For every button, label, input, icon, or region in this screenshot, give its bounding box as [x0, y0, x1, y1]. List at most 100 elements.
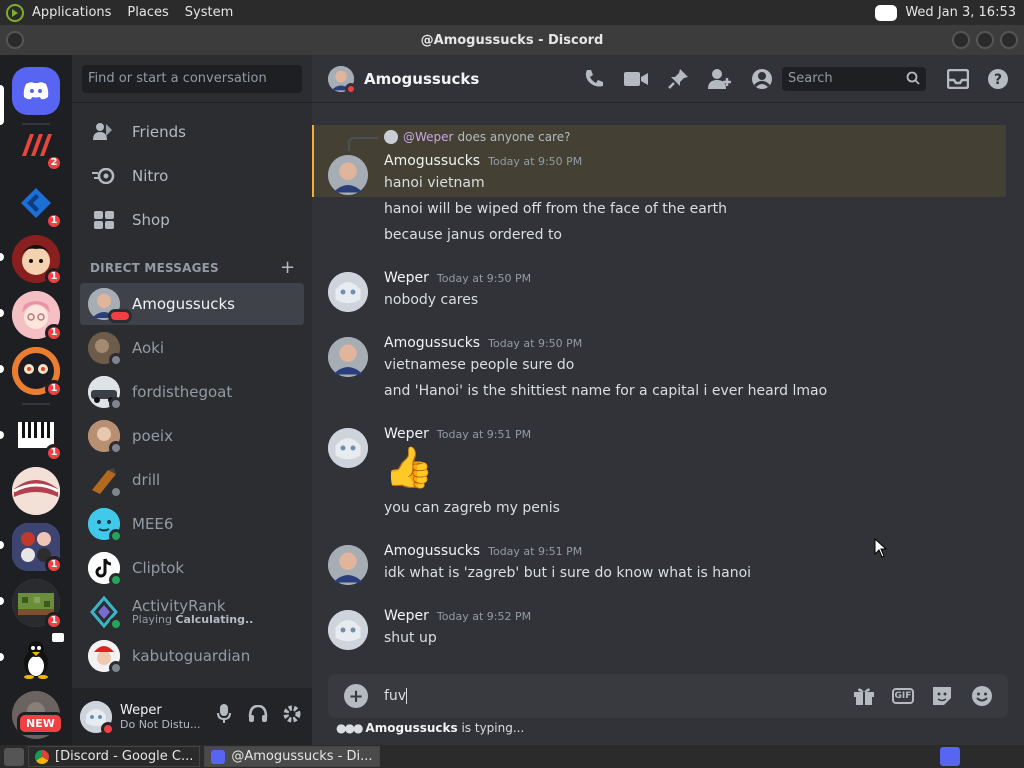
- user-avatar[interactable]: [80, 700, 115, 736]
- dm-item-activityrank[interactable]: ActivityRank Playing Calculating..: [80, 591, 304, 633]
- find-conversation-input[interactable]: Find or start a conversation: [82, 65, 302, 93]
- server-minecraft-icon[interactable]: 1: [12, 579, 63, 630]
- server-piano-icon[interactable]: 1: [12, 411, 63, 462]
- new-badge[interactable]: NEW: [17, 712, 64, 735]
- inbox-icon[interactable]: [946, 67, 970, 91]
- nav-friends[interactable]: Friends: [80, 111, 304, 153]
- microphone-icon[interactable]: [214, 704, 234, 724]
- dm-item-mee6[interactable]: MEE6: [80, 503, 304, 545]
- attach-plus-icon[interactable]: +: [344, 684, 368, 708]
- show-desktop-button[interactable]: [4, 747, 24, 766]
- thumbs-up-emoji[interactable]: 👍: [384, 448, 434, 488]
- timestamp: Today at 9:51 PM: [436, 428, 532, 441]
- server-face-avatar[interactable]: 1: [12, 347, 63, 398]
- unread-pill: [0, 309, 4, 317]
- dm-name: Cliptok: [132, 559, 185, 577]
- add-friends-to-dm-icon[interactable]: [708, 67, 732, 91]
- offline-status-icon: [109, 397, 123, 411]
- video-call-icon[interactable]: [624, 67, 648, 91]
- window-menu-button[interactable]: [6, 31, 24, 49]
- server-tux-icon[interactable]: [12, 633, 64, 683]
- reply-preview[interactable]: @Weper does anyone care?: [384, 130, 570, 144]
- author-name[interactable]: Weper: [384, 270, 429, 286]
- server-blue-logo[interactable]: 1: [12, 179, 63, 230]
- close-button[interactable]: [1000, 31, 1018, 49]
- os-menu-icon[interactable]: [6, 3, 24, 22]
- server-anime-avatar[interactable]: 1: [12, 235, 63, 286]
- reply-mention: @Weper: [403, 130, 454, 144]
- unread-pill: [0, 365, 4, 373]
- discord-tray-icon[interactable]: [875, 4, 898, 21]
- dm-item-aoki[interactable]: Aoki: [80, 327, 304, 369]
- dm-item-kabutoguardian[interactable]: kabutoguardian: [80, 635, 304, 677]
- avatar: [88, 464, 123, 499]
- emoji-icon[interactable]: [970, 684, 994, 708]
- menu-places[interactable]: Places: [127, 5, 168, 20]
- chat-search-input[interactable]: Search: [782, 67, 926, 91]
- headphones-icon[interactable]: [248, 704, 268, 724]
- dnd-status-icon: [101, 721, 115, 736]
- author-avatar[interactable]: [328, 610, 368, 650]
- server-badge: 2: [45, 154, 63, 172]
- unread-pill: [0, 597, 4, 605]
- discord-tray-icon[interactable]: [940, 747, 960, 766]
- dm-item-cliptok[interactable]: Cliptok: [80, 547, 304, 589]
- voice-call-icon[interactable]: [582, 67, 606, 91]
- message-composer[interactable]: + fuv GIF: [328, 674, 1008, 718]
- unread-pill: [0, 541, 4, 549]
- message-input[interactable]: fuv: [384, 688, 408, 704]
- dm-name: kabutoguardian: [132, 647, 251, 665]
- nav-nitro[interactable]: Nitro: [80, 155, 304, 197]
- discord-home-icon[interactable]: [12, 67, 60, 115]
- nav-shop[interactable]: Shop: [80, 199, 304, 241]
- author-name[interactable]: Amogussucks: [384, 543, 480, 559]
- server-badge: 1: [45, 324, 63, 342]
- reply-avatar: [384, 130, 398, 144]
- window-titlebar: @Amogussucks - Discord: [0, 25, 1024, 55]
- author-avatar[interactable]: [328, 272, 368, 312]
- gif-button[interactable]: GIF: [892, 688, 914, 704]
- task-chrome[interactable]: [Discord - Google C...: [28, 746, 201, 767]
- author-name[interactable]: Weper: [384, 608, 429, 624]
- sticker-icon[interactable]: [930, 684, 954, 708]
- message-text: because janus ordered to: [384, 227, 562, 243]
- offline-status-icon: [109, 485, 123, 499]
- server-badge: 1: [45, 612, 63, 630]
- minimize-button[interactable]: [952, 31, 970, 49]
- dm-item-poeix[interactable]: poeix: [80, 415, 304, 457]
- task-discord[interactable]: @Amogussucks - Di...: [204, 746, 380, 767]
- message-text: vietnamese people sure do: [384, 357, 575, 373]
- server-pink-avatar[interactable]: 1: [12, 291, 63, 342]
- nav-label: Shop: [132, 211, 170, 229]
- gift-icon[interactable]: [852, 684, 876, 708]
- create-dm-plus-icon[interactable]: +: [280, 257, 295, 278]
- server-red-logo[interactable]: 2: [12, 121, 63, 172]
- clock[interactable]: Wed Jan 3, 16:53: [905, 5, 1016, 20]
- menu-system[interactable]: System: [185, 5, 233, 20]
- server-rail: 2 1 1 1 1 1 1 1 NEW: [0, 55, 72, 745]
- author-avatar[interactable]: [328, 155, 368, 195]
- online-status-icon: [109, 573, 123, 587]
- server-pink-hat-avatar[interactable]: [12, 467, 60, 515]
- author-avatar[interactable]: [328, 428, 368, 468]
- author-name[interactable]: Amogussucks: [384, 153, 480, 169]
- message-text: hanoi vietnam: [384, 175, 485, 191]
- dm-item-amogussucks[interactable]: Amogussucks: [80, 283, 304, 325]
- author-avatar[interactable]: [328, 337, 368, 377]
- author-name[interactable]: Amogussucks: [384, 335, 480, 351]
- maximize-button[interactable]: [976, 31, 994, 49]
- message-text: nobody cares: [384, 292, 479, 308]
- dm-name: ActivityRank: [132, 596, 226, 615]
- user-profile-icon[interactable]: [750, 67, 774, 91]
- server-folder-icon[interactable]: 1: [12, 523, 63, 574]
- author-name[interactable]: Weper: [384, 426, 429, 442]
- settings-gear-icon[interactable]: [282, 704, 302, 724]
- author-avatar[interactable]: [328, 545, 368, 585]
- dm-item-drill[interactable]: drill: [80, 459, 304, 501]
- window-title: @Amogussucks - Discord: [420, 32, 604, 48]
- menu-applications[interactable]: Applications: [32, 5, 111, 20]
- pinned-messages-icon[interactable]: [666, 67, 690, 91]
- user-name: Weper: [120, 702, 162, 718]
- help-icon[interactable]: ?: [986, 67, 1010, 91]
- dm-item-fordisthegoat[interactable]: fordisthegoat: [80, 371, 304, 413]
